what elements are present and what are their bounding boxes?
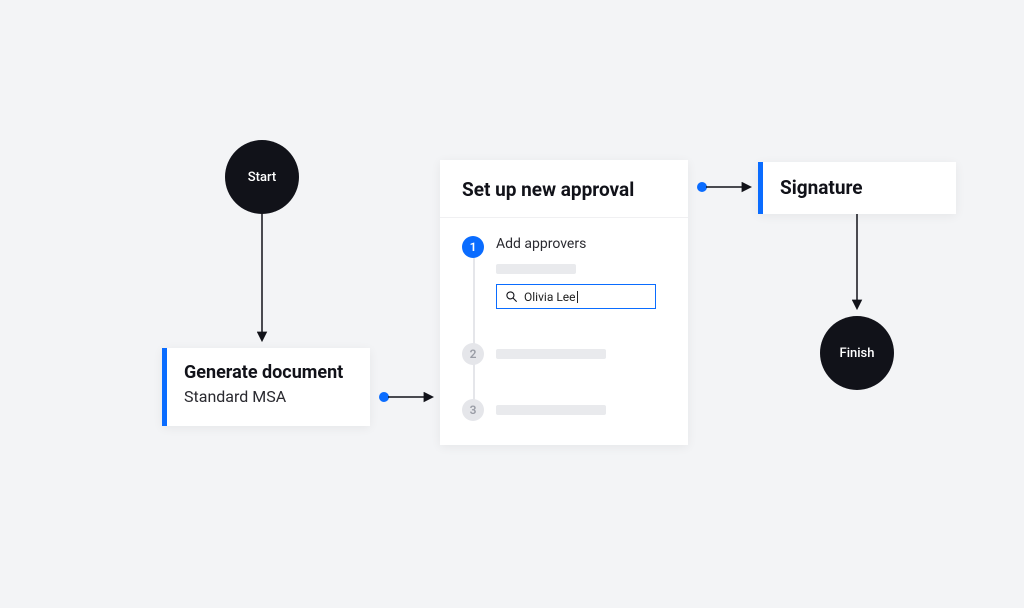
signature-title: Signature (780, 176, 940, 199)
placeholder-row (496, 405, 606, 415)
approval-steps: 1 Add approvers Olivia Lee 2 3 (440, 218, 688, 445)
approval-title: Set up new approval (440, 160, 688, 218)
placeholder-row (496, 264, 576, 274)
connector-approval-to-signature (706, 186, 754, 188)
step-2-number: 2 (462, 343, 484, 365)
generate-subtitle: Standard MSA (184, 387, 354, 406)
search-icon (505, 290, 518, 303)
accent-bar (162, 348, 167, 426)
connector-generate-to-approval (388, 396, 436, 398)
step-1-label: Add approvers (496, 236, 666, 252)
start-label: Start (248, 170, 276, 185)
generate-title: Generate document (184, 362, 354, 383)
step-3-number: 3 (462, 399, 484, 421)
connector-start-to-generate (261, 214, 263, 344)
connector-signature-to-finish (856, 214, 858, 312)
finish-label: Finish (840, 346, 875, 361)
generate-document-card[interactable]: Generate document Standard MSA (162, 348, 370, 426)
approver-search-value: Olivia Lee (524, 291, 578, 303)
signature-card[interactable]: Signature (758, 162, 956, 214)
approval-card[interactable]: Set up new approval 1 Add approvers Oliv… (440, 160, 688, 445)
connector-dot (379, 392, 389, 402)
placeholder-row (496, 349, 606, 359)
step-3: 3 (462, 399, 666, 421)
approver-search-input[interactable]: Olivia Lee (496, 284, 656, 309)
connector-dot (697, 182, 707, 192)
start-node: Start (225, 140, 299, 214)
step-1: 1 Add approvers Olivia Lee (462, 236, 666, 309)
step-1-number: 1 (462, 236, 484, 258)
accent-bar (758, 162, 763, 214)
finish-node: Finish (820, 316, 894, 390)
step-2: 2 (462, 343, 666, 365)
